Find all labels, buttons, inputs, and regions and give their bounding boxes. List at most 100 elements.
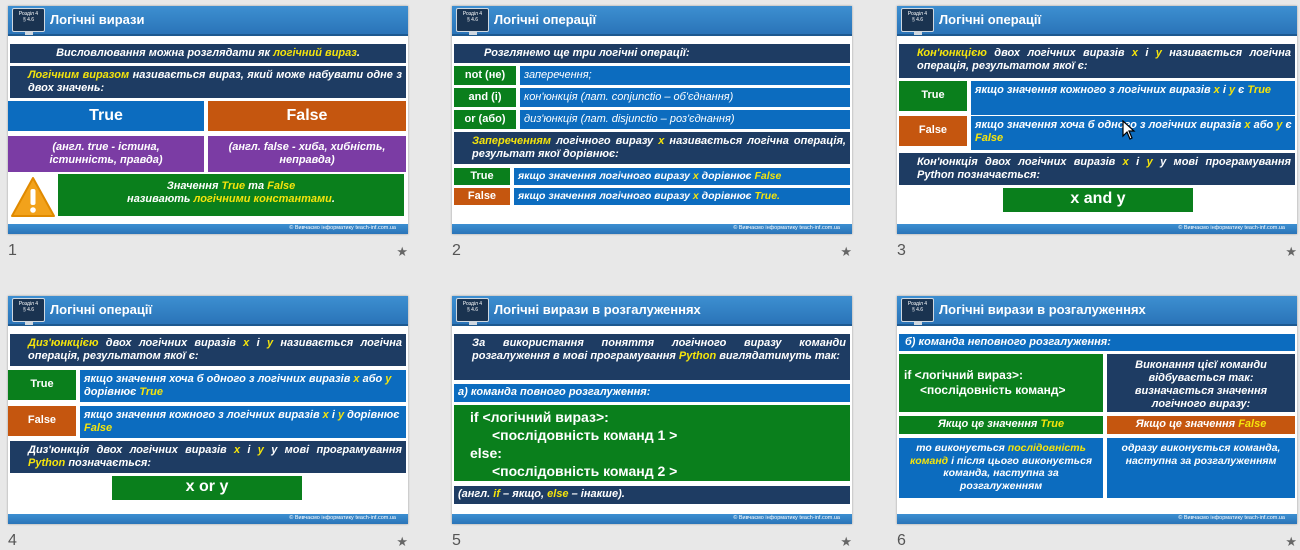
t: логічний вираз [273,47,357,59]
slide-thumbnail-5[interactable]: Розділ 4 § 4.6 Логічні вирази в розгалуже… [452,296,852,550]
slide-1[interactable]: Розділ 4 § 4.6 Логічні вирази Висловлюван… [8,6,408,234]
op-and-label: and (і) [454,88,516,107]
slide-4[interactable]: Розділ 4 § 4.6 Логічні операції Диз'юнкці… [8,296,408,524]
t: і [328,409,338,421]
t: Python [678,350,717,362]
monitor-icon: Розділ 4 § 4.6 [12,8,45,35]
slide-5[interactable]: Розділ 4 § 4.6 Логічні вирази в розгалуже… [452,296,852,524]
slide-number: 6 [897,532,906,549]
slide-title: Логічні операції [494,12,597,27]
slide-header: Розділ 4 § 4.6 Логічні операції [452,6,852,36]
code-commands-1: <послідовність команд 1 > [492,427,678,443]
mouse-cursor-icon [1122,120,1136,140]
footer-text: © Вивчаємо інформатику teach-inf.com.ua [289,225,396,231]
true-label: True [454,168,510,185]
slide-title: Логічні вирази в розгалуженнях [939,302,1146,317]
t: Якщо це значення [937,418,1041,430]
true-condition: якщо значення логічного виразу x дорівню… [514,168,850,185]
t: дорівнює [698,190,755,202]
slide-thumbnail-6[interactable]: Розділ 4 § 4.6 Логічні вирази в розгалуже… [897,296,1297,550]
footer-text: © Вивчаємо інформатику teach-inf.com.ua [733,515,840,521]
slide-number: 3 [897,242,906,259]
slide-footer: © Вивчаємо інформатику teach-inf.com.ua [8,514,408,524]
slide-number: 5 [452,532,461,549]
t: – якщо, [500,488,548,500]
t: то виконується [916,442,1008,454]
t: Запереченням [472,135,552,147]
t: якщо значення логічного виразу [518,170,693,182]
star-icon[interactable]: ★ [1285,534,1297,550]
t: якщо значення кожного з логічних виразів [975,84,1214,96]
t: Диз'юнкцією [28,337,99,349]
true-result: то виконується послідовність команд і пі… [899,438,1103,498]
op-or-label: or (або) [454,110,516,129]
t: False [754,170,782,182]
t: Кон'юнкція двох логічних виразів [917,156,1123,168]
execution-description: Виконання цієї команди відбувається так:… [1107,354,1295,412]
badge-paragraph: § 4.6 [22,17,35,23]
t: і [1138,47,1156,59]
t: Кон'юнкцією [917,47,987,59]
star-icon[interactable]: ★ [840,534,852,550]
slide-6[interactable]: Розділ 4 § 4.6 Логічні вирази в розгалуже… [897,296,1297,524]
footer-text: © Вивчаємо інформатику teach-inf.com.ua [1178,225,1285,231]
t: y [385,373,392,385]
full-branch-heading: а) команда повного розгалуження: [454,384,850,402]
false-label: False [8,406,76,436]
star-icon[interactable]: ★ [396,244,408,260]
t: True [1040,418,1065,430]
t: дорівнює [344,409,400,421]
slide-number: 4 [8,532,17,549]
t: False [975,132,1004,144]
false-label: False [899,116,967,146]
star-icon[interactable]: ★ [1285,244,1297,260]
code-commands-2: <послідовність команд 2 > [492,463,678,479]
slide-header: Розділ 4 § 4.6 Логічні операції [8,296,408,326]
t: є [1235,84,1248,96]
t: Висловлювання можна розглядати як [56,47,274,59]
footer-text: © Вивчаємо інформатику teach-inf.com.ua [289,515,396,521]
slide-3[interactable]: Розділ 4 § 4.6 Логічні операції Кон'юнкці… [897,6,1297,234]
code-block-full-branch: if <логічний вираз>: <послідовність кома… [454,405,850,481]
star-icon[interactable]: ★ [396,534,408,550]
slide-2[interactable]: Розділ 4 § 4.6 Логічні операції Розглянем… [452,6,852,234]
negation-definition: Запереченням логічного виразу x називаєт… [454,132,850,164]
code-if-line: if <логічний вираз>: [904,368,1023,382]
op-and-desc: кон'юнкція (лат. conjunctio – об'єднання… [520,88,850,107]
monitor-icon: Розділ 4 § 4.6 [456,8,489,35]
slide-footer: © Вивчаємо інформатику teach-inf.com.ua [452,514,852,524]
t: . [356,47,360,59]
t: якщо значення хоча б одного з логічних в… [84,373,354,385]
slide-title: Логічні вирази [50,12,145,27]
t: або [1250,119,1277,131]
t: двох логічних виразів [98,337,244,349]
t: if [493,488,500,500]
true-description: (англ. true - істина, істинність, правда… [8,136,204,172]
monitor-icon: Розділ 4 § 4.6 [901,8,934,35]
t: дорівнює [84,386,140,398]
t: виглядатимуть так: [716,350,840,362]
monitor-icon: Розділ 4 § 4.6 [12,298,45,325]
footer-text: © Вивчаємо інформатику teach-inf.com.ua [733,225,840,231]
slide-number: 2 [452,242,461,259]
slide-number: 1 [8,242,17,259]
t: (англ. [458,488,494,500]
keyword-translation: (англ. if – якщо, else – інакше). [454,486,850,504]
slide-header: Розділ 4 § 4.6 Логічні вирази в розгалуже… [452,296,852,326]
t: у мові програмування [263,444,402,456]
t: True [1247,84,1272,96]
t: якщо значення кожного з логічних виразів [84,409,323,421]
t: Логічним виразом [28,69,130,81]
slide-header: Розділ 4 § 4.6 Логічні операції [897,6,1297,36]
slide-thumbnail-4[interactable]: Розділ 4 § 4.6 Логічні операції Диз'юнкці… [8,296,408,550]
slide-thumbnail-3[interactable]: Розділ 4 § 4.6 Логічні операції Кон'юнкці… [897,6,1297,264]
code-block-partial-branch: if <логічний вираз>: <послідовність кома… [899,354,1103,412]
slide-thumbnail-2[interactable]: Розділ 4 § 4.6 Логічні операції Розглянем… [452,6,852,264]
intro-text: За використання поняття логічного виразу… [454,334,850,380]
true-condition: якщо значення кожного з логічних виразів… [971,81,1295,115]
python-note: Кон'юнкція двох логічних виразів x і y у… [899,153,1295,185]
monitor-icon: Розділ 4 § 4.6 [901,298,934,325]
slide-thumbnail-1[interactable]: Розділ 4 § 4.6 Логічні вирази Висловлюван… [8,6,408,264]
slide-header: Розділ 4 § 4.6 Логічні вирази [8,6,408,36]
star-icon[interactable]: ★ [840,244,852,260]
